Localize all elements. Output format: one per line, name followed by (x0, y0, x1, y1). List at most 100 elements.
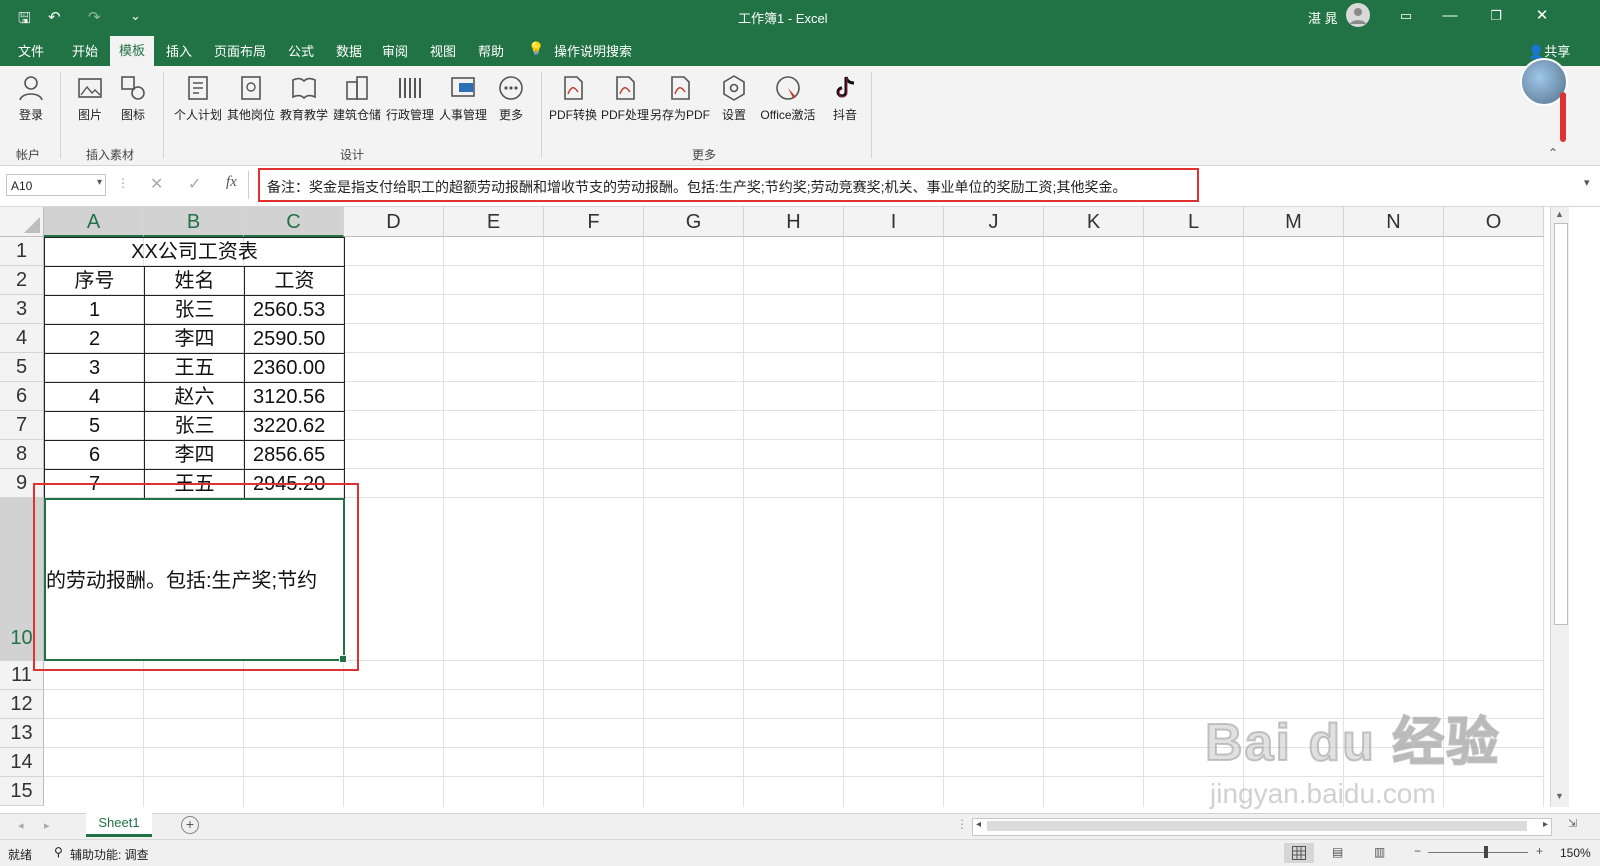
row-header-2[interactable]: 2 (0, 266, 44, 295)
column-header-m[interactable]: M (1244, 207, 1344, 237)
admin-button[interactable]: 行政管理 (383, 74, 437, 123)
undo-icon[interactable]: ↶ (48, 8, 61, 26)
drag-handle-icon[interactable]: ⋮ (117, 176, 129, 190)
column-header-k[interactable]: K (1044, 207, 1144, 237)
scroll-right-icon[interactable]: ▸ (1543, 819, 1548, 830)
row-header-12[interactable]: 12 (0, 690, 44, 719)
tab-formulas[interactable]: 公式 (288, 41, 314, 60)
table-cell[interactable]: 1 (44, 295, 145, 325)
tab-data[interactable]: 数据 (336, 41, 362, 60)
column-header-b[interactable]: B (144, 207, 244, 237)
zoom-out-icon[interactable]: − (1414, 844, 1421, 858)
row-header-1[interactable]: 1 (0, 237, 44, 266)
row-header-15[interactable]: 15 (0, 777, 44, 806)
table-header-salary[interactable]: 工资 (244, 266, 345, 296)
save-icon[interactable]: 🖫 (18, 8, 31, 33)
table-cell[interactable]: 张三 (144, 295, 245, 325)
vertical-scrollbar[interactable]: ▲ ▼ (1550, 207, 1569, 807)
row-header-7[interactable]: 7 (0, 411, 44, 440)
login-button[interactable]: 登录 (4, 74, 58, 123)
column-header-e[interactable]: E (444, 207, 544, 237)
table-title[interactable]: XX公司工资表 (44, 237, 345, 267)
construction-button[interactable]: 建筑仓储 (330, 74, 384, 123)
tab-view[interactable]: 视图 (430, 41, 456, 60)
customize-quick-access-icon[interactable]: ⌄ (130, 8, 141, 24)
table-cell[interactable]: 王五 (144, 353, 245, 383)
share-button[interactable]: 👤共享 (1528, 41, 1570, 60)
page-break-view-icon[interactable]: ▥ (1374, 845, 1385, 859)
column-header-l[interactable]: L (1144, 207, 1244, 237)
tab-template[interactable]: 模板 (110, 36, 155, 66)
zoom-slider-track[interactable] (1428, 852, 1528, 853)
column-header-o[interactable]: O (1444, 207, 1544, 237)
tab-insert[interactable]: 插入 (166, 41, 192, 60)
user-name[interactable]: 湛 晁 (1308, 8, 1338, 27)
douyin-button[interactable]: 抖音 (818, 74, 872, 123)
chevron-down-icon[interactable]: ▾ (97, 177, 102, 188)
other-positions-button[interactable]: 其他岗位 (224, 74, 278, 123)
page-layout-view-icon[interactable]: ▤ (1332, 845, 1343, 859)
insert-function-icon[interactable]: fx (226, 174, 237, 191)
table-header-index[interactable]: 序号 (44, 266, 145, 296)
column-header-g[interactable]: G (644, 207, 744, 237)
education-button[interactable]: 教育教学 (277, 74, 331, 123)
table-header-name[interactable]: 姓名 (144, 266, 245, 296)
scroll-left-icon[interactable]: ◂ (976, 819, 981, 830)
table-cell[interactable]: 5 (44, 411, 145, 441)
accessibility-icon[interactable]: ⚲ (54, 845, 63, 859)
add-sheet-icon[interactable]: + (181, 816, 199, 834)
scroll-down-icon[interactable]: ▼ (1555, 791, 1564, 801)
table-cell[interactable]: 6 (44, 440, 145, 470)
tell-me-search[interactable]: 操作说明搜索 (554, 41, 632, 60)
row-header-8[interactable]: 8 (0, 440, 44, 469)
enter-icon[interactable]: ✓ (188, 174, 201, 194)
save-as-pdf-button[interactable]: 另存为PDF (650, 74, 710, 123)
pdf-process-button[interactable]: PDF处理 (598, 74, 652, 123)
table-cell[interactable]: 3120.56 (244, 382, 345, 412)
table-cell[interactable]: 4 (44, 382, 145, 412)
table-cell[interactable]: 2856.65 (244, 440, 345, 470)
row-header-4[interactable]: 4 (0, 324, 44, 353)
column-header-n[interactable]: N (1344, 207, 1444, 237)
scroll-corner-icon[interactable]: ⇲ (1568, 817, 1577, 830)
expand-formula-bar-icon[interactable]: ▾ (1584, 176, 1590, 189)
splitter-icon[interactable]: ⋮ (956, 817, 968, 831)
icons-button[interactable]: 图标 (106, 74, 160, 123)
row-header-14[interactable]: 14 (0, 748, 44, 777)
prev-sheet-icon[interactable]: ◂ (18, 819, 24, 832)
column-header-d[interactable]: D (344, 207, 444, 237)
ribbon-display-options-icon[interactable]: ▭ (1386, 4, 1426, 28)
table-cell[interactable]: 2360.00 (244, 353, 345, 383)
collapse-ribbon-icon[interactable]: ⌃ (1548, 146, 1558, 160)
hscroll-thumb[interactable] (987, 821, 1527, 831)
row-header-5[interactable]: 5 (0, 353, 44, 382)
more-templates-button[interactable]: 更多 (484, 74, 538, 123)
table-cell[interactable]: 李四 (144, 324, 245, 354)
close-button[interactable]: ✕ (1522, 4, 1562, 28)
row-header-3[interactable]: 3 (0, 295, 44, 324)
avatar[interactable] (1346, 3, 1370, 27)
row-header-13[interactable]: 13 (0, 719, 44, 748)
sheet-tab-sheet1[interactable]: Sheet1 (86, 813, 152, 837)
redo-icon[interactable]: ↷ (88, 8, 101, 26)
tab-file[interactable]: 文件 (18, 41, 44, 60)
zoom-in-icon[interactable]: + (1536, 844, 1543, 858)
column-header-h[interactable]: H (744, 207, 844, 237)
table-cell[interactable]: 3220.62 (244, 411, 345, 441)
row-header-6[interactable]: 6 (0, 382, 44, 411)
zoom-slider-thumb[interactable] (1484, 846, 1488, 858)
pdf-convert-button[interactable]: PDF转换 (546, 74, 600, 123)
lightbulb-icon[interactable]: 💡 (528, 41, 544, 57)
table-cell[interactable]: 2560.53 (244, 295, 345, 325)
column-header-j[interactable]: J (944, 207, 1044, 237)
tab-review[interactable]: 审阅 (382, 41, 408, 60)
zoom-level[interactable]: 150% (1560, 846, 1591, 860)
name-box[interactable]: A10 ▾ (6, 174, 106, 196)
select-all-corner[interactable] (0, 207, 44, 237)
column-header-c[interactable]: C (244, 207, 344, 237)
table-cell[interactable]: 张三 (144, 411, 245, 441)
tab-help[interactable]: 帮助 (478, 41, 504, 60)
restore-button[interactable]: ❐ (1476, 4, 1516, 28)
cancel-icon[interactable]: ✕ (150, 174, 163, 194)
normal-view-button[interactable] (1284, 843, 1314, 863)
